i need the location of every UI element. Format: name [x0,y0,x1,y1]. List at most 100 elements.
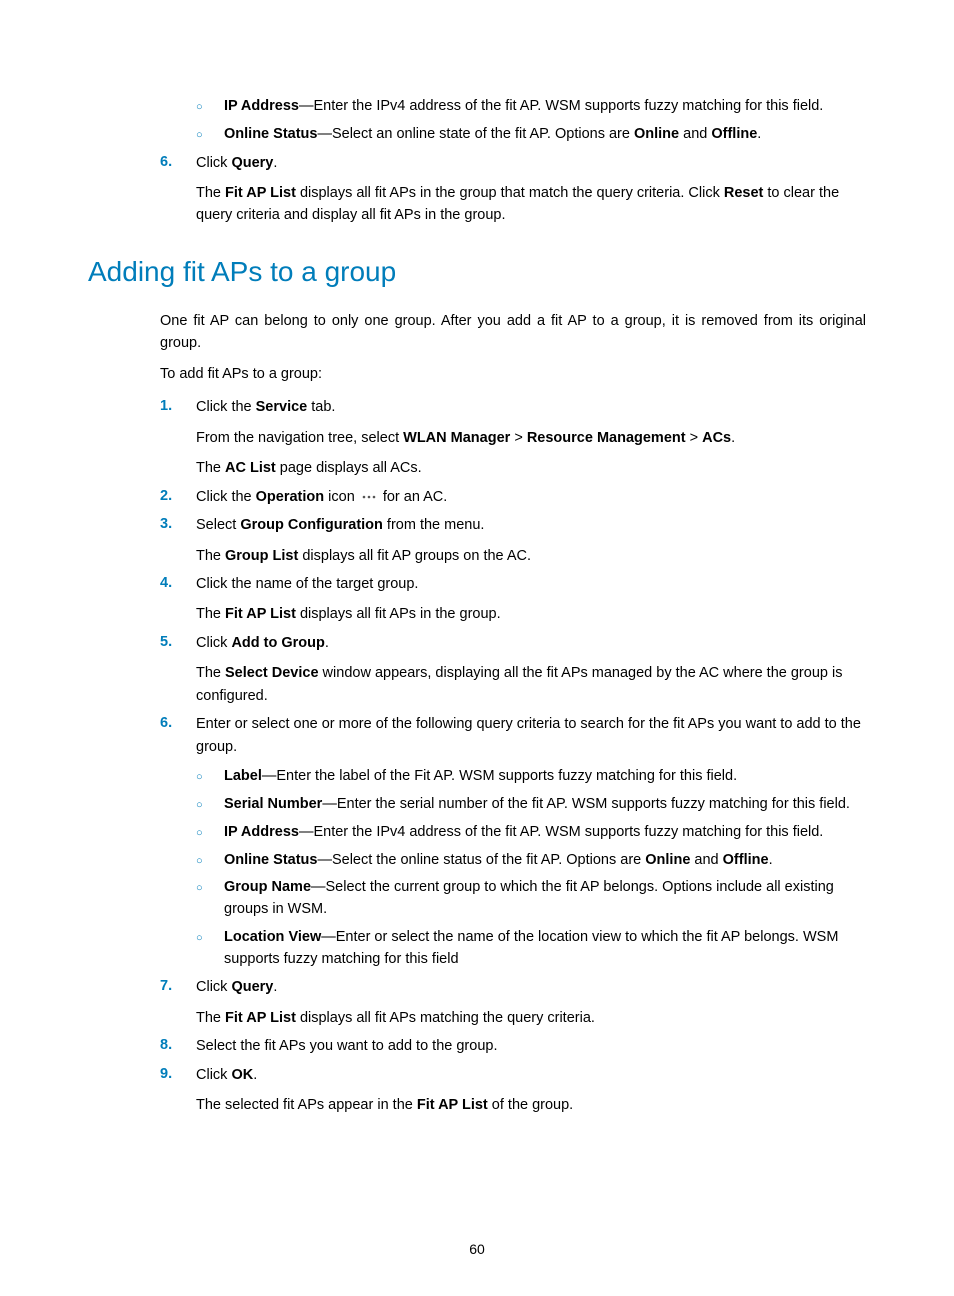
bt: Online Status [224,852,317,868]
t: displays all fit APs matching the query … [296,1010,595,1026]
bt: Serial Number [224,796,322,812]
step-number: 8. [160,1035,186,1057]
lead-paragraph: To add fit APs to a group: [160,364,866,386]
step-number: 5. [160,632,186,654]
b: OK [231,1067,253,1083]
fit-ap-list: Fit AP List [225,185,296,201]
option-online: Online [634,126,679,142]
t: from the menu. [383,517,485,533]
post: . [769,852,773,868]
page-number: 60 [0,1239,954,1260]
step-9: 9. Click OK. The selected fit APs appear… [160,1064,866,1117]
step-text: Click Add to Group. [196,632,866,654]
step-number: 2. [160,486,186,508]
bullet-ip-address: IP Address—Enter the IPv4 address of the… [196,96,866,118]
step-text: Click the name of the target group. [196,573,866,595]
b: Fit AP List [225,606,296,622]
mid: and [690,852,722,868]
t: Click the [196,399,256,415]
step-text: Enter or select one or more of the follo… [196,713,866,758]
step-number: 6. [160,152,186,174]
step-text: Click Query. [196,976,866,998]
t: The [196,606,225,622]
step-number: 3. [160,514,186,536]
b: Select Device [225,665,319,681]
bt: IP Address [224,824,299,840]
t: > [686,430,703,446]
b: Group Configuration [240,517,383,533]
step-text: Select the fit APs you want to add to th… [196,1035,866,1057]
step-1: 1. Click the Service tab. From the navig… [160,396,866,479]
step-3: 3. Select Group Configuration from the m… [160,514,866,567]
text-pre: Click [196,155,231,171]
step-number: 4. [160,573,186,595]
t: The [196,665,225,681]
t: displays all fit APs in the group. [296,606,501,622]
step-text: Click OK. [196,1064,866,1086]
bullet-online-status: Online Status—Select the online status o… [196,850,866,872]
b: Add to Group [231,635,324,651]
section-heading: Adding fit APs to a group [88,251,866,293]
step-follow-5: The Select Device window appears, displa… [196,662,866,707]
bullet-post: . [757,126,761,142]
step-6: 6. Enter or select one or more of the fo… [160,713,866,970]
step-number: 9. [160,1064,186,1086]
step-follow-4: The Fit AP List displays all fit APs in … [196,603,866,625]
operation-bold: Operation [256,489,324,505]
bd: —Enter the label of the Fit AP. WSM supp… [262,768,737,784]
t: The selected fit APs appear in the [196,1097,417,1113]
b: ACs [702,430,731,446]
option-offline: Offline [711,126,757,142]
bd: —Enter the serial number of the fit AP. … [322,796,850,812]
step-8: 8. Select the fit APs you want to add to… [160,1035,866,1057]
t: . [325,635,329,651]
t: The [196,1010,225,1026]
ellipsis-icon [361,492,377,502]
step-2: 2. Click the Operation icon for an AC. [160,486,866,508]
t: The [196,548,225,564]
step-number: 6. [160,713,186,735]
bd: —Select the online status of the fit AP.… [317,852,645,868]
t: Click [196,1067,231,1083]
bullet-group-name: Group Name—Select the current group to w… [196,877,866,921]
step-number: 1. [160,396,186,418]
bullet-serial-number: Serial Number—Enter the serial number of… [196,794,866,816]
text-post: . [273,155,277,171]
opt2: Offline [723,852,769,868]
b: Fit AP List [225,1010,296,1026]
steps-list: 1. Click the Service tab. From the navig… [160,396,866,1116]
t: Click the [196,489,256,505]
prev-bullet-list: IP Address—Enter the IPv4 address of the… [196,96,866,146]
t: for an AC. [379,489,448,505]
t: > [510,430,527,446]
bullet-term: IP Address [224,98,299,114]
step-follow: The Fit AP List displays all fit APs in … [196,182,866,227]
step-follow-1a: From the navigation tree, select WLAN Ma… [196,427,866,449]
t: The [196,185,225,201]
t: Select [196,517,240,533]
b: Fit AP List [417,1097,488,1113]
t: tab. [307,399,335,415]
t: displays all fit AP groups on the AC. [298,548,531,564]
step-6-bullets: Label—Enter the label of the Fit AP. WSM… [196,766,866,970]
t: icon [324,489,359,505]
step-follow-9: The selected fit APs appear in the Fit A… [196,1094,866,1116]
b: Query [231,979,273,995]
t: . [273,979,277,995]
step-4: 4. Click the name of the target group. T… [160,573,866,626]
step-follow-3: The Group List displays all fit AP group… [196,545,866,567]
step-text: Select Group Configuration from the menu… [196,514,866,536]
step-text: Click the Operation icon for an AC. [196,486,866,508]
b: WLAN Manager [403,430,510,446]
step-5: 5. Click Add to Group. The Select Device… [160,632,866,707]
t: . [253,1067,257,1083]
b: AC List [225,460,276,476]
step-text: Click Query. [196,152,866,174]
prev-bullets-container: IP Address—Enter the IPv4 address of the… [160,96,866,146]
bullet-desc-pre: —Select an online state of the fit AP. O… [317,126,634,142]
opt1: Online [645,852,690,868]
t: Click [196,979,231,995]
step-text: Click the Service tab. [196,396,866,418]
bullet-location-view: Location View—Enter or select the name o… [196,927,866,971]
bullet-mid: and [679,126,711,142]
